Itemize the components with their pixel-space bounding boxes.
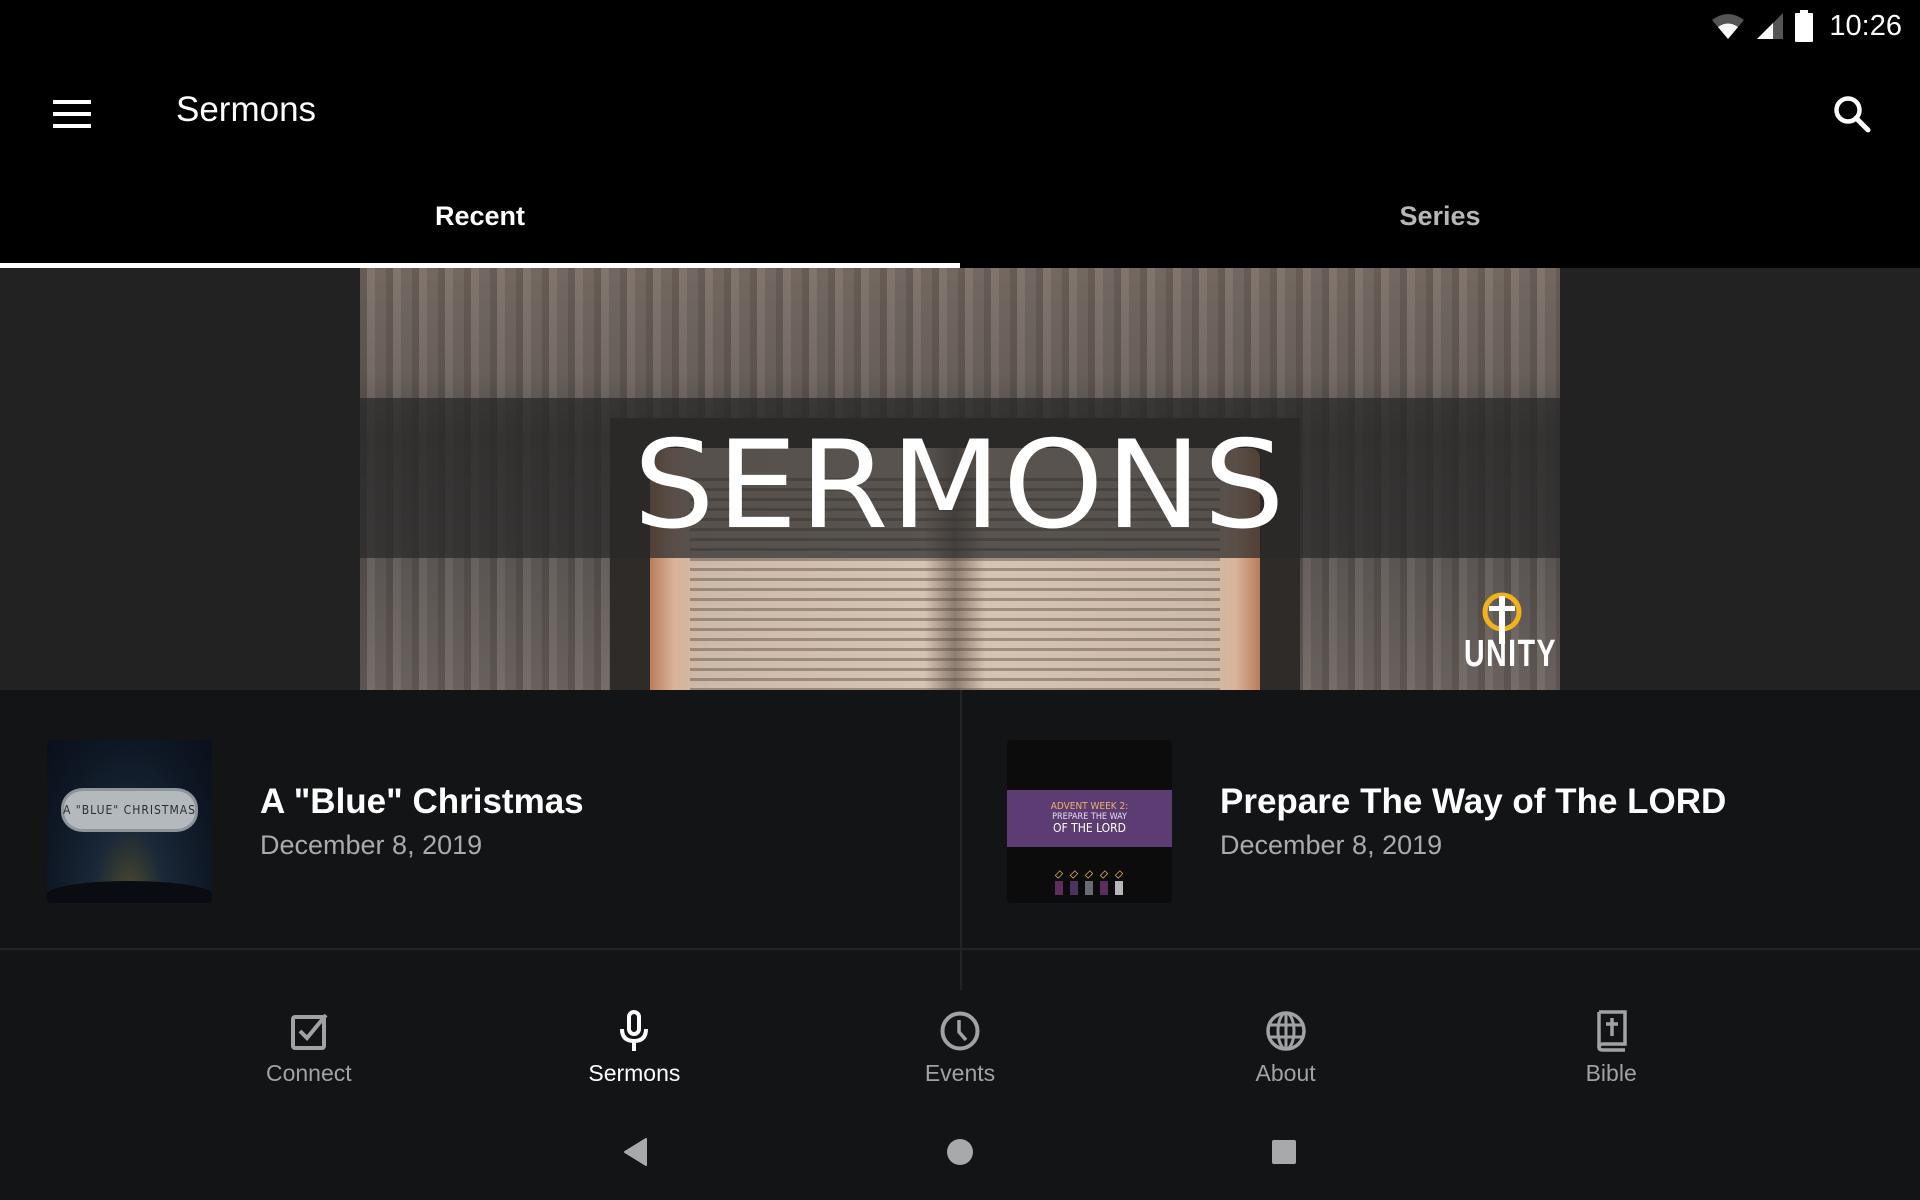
status-time: 10:26 bbox=[1829, 9, 1902, 42]
thumbnail-band: ADVENT WEEK 2: PREPARE THE WAY OF THE LO… bbox=[1007, 790, 1172, 847]
nav-bible[interactable]: Bible bbox=[1448, 990, 1774, 1100]
unity-logo-text: UNITY bbox=[1464, 633, 1557, 675]
unity-logo: UNITY bbox=[1452, 590, 1557, 682]
list-divider-horizontal bbox=[0, 948, 1920, 950]
bible-icon bbox=[1597, 1010, 1627, 1052]
microphone-icon bbox=[620, 1010, 649, 1051]
nav-about-label: About bbox=[1255, 1060, 1316, 1086]
tab-series-label: Series bbox=[1399, 201, 1481, 231]
checkbox-icon bbox=[290, 1013, 328, 1050]
home-icon bbox=[947, 1139, 973, 1165]
sermon-title: Prepare The Way of The LORD bbox=[1220, 782, 1727, 821]
page-title: Sermons bbox=[176, 90, 317, 129]
tab-series[interactable]: Series bbox=[960, 175, 1920, 268]
candles-graphic bbox=[1054, 870, 1124, 895]
search-icon bbox=[1834, 96, 1871, 133]
battery-icon bbox=[1795, 10, 1814, 42]
sermon-thumbnail: ADVENT WEEK 2: PREPARE THE WAY OF THE LO… bbox=[1007, 740, 1172, 903]
system-home-button[interactable] bbox=[940, 1132, 980, 1172]
list-divider-vertical bbox=[960, 690, 962, 990]
status-bar: 10:26 bbox=[0, 0, 1920, 52]
tab-recent[interactable]: Recent bbox=[0, 175, 960, 268]
nav-connect-label: Connect bbox=[265, 1060, 352, 1086]
sermon-date: December 8, 2019 bbox=[260, 830, 483, 860]
sermon-item[interactable]: A "BLUE" CHRISTMAS A "Blue" Christmas De… bbox=[0, 690, 960, 950]
app-bar: Sermons bbox=[0, 52, 1920, 175]
wifi-icon bbox=[1712, 14, 1745, 39]
sermon-item[interactable]: ADVENT WEEK 2: PREPARE THE WAY OF THE LO… bbox=[960, 690, 1920, 950]
system-recents-button[interactable] bbox=[1264, 1132, 1304, 1172]
sermon-thumbnail: A "BLUE" CHRISTMAS bbox=[47, 740, 212, 903]
nav-events-label: Events bbox=[924, 1060, 996, 1086]
recents-icon bbox=[1272, 1140, 1296, 1164]
nav-sermons-label: Sermons bbox=[588, 1060, 681, 1086]
menu-button[interactable] bbox=[40, 84, 104, 144]
nav-about[interactable]: About bbox=[1123, 990, 1449, 1100]
clock-icon bbox=[940, 1011, 980, 1051]
search-button[interactable] bbox=[1820, 84, 1884, 144]
nav-sermons[interactable]: Sermons bbox=[472, 990, 798, 1100]
bottom-navigation: Connect Sermons Events About Bible bbox=[0, 990, 1920, 1100]
status-icons: 10:26 bbox=[1711, 8, 1902, 44]
sermons-banner[interactable]: SERMONS UNITY bbox=[360, 268, 1560, 690]
globe-icon bbox=[1265, 1011, 1306, 1051]
banner-title: SERMONS bbox=[633, 414, 1287, 557]
sermon-title: A "Blue" Christmas bbox=[260, 782, 584, 821]
back-icon bbox=[624, 1138, 647, 1166]
hamburger-menu-icon bbox=[53, 100, 91, 128]
sermon-date: December 8, 2019 bbox=[1220, 830, 1443, 860]
system-navigation-bar bbox=[0, 1100, 1920, 1200]
nav-connect[interactable]: Connect bbox=[146, 990, 472, 1100]
tab-recent-label: Recent bbox=[434, 201, 526, 231]
thumbnail-badge: A "BLUE" CHRISTMAS bbox=[61, 788, 198, 832]
tab-bar: Recent Series bbox=[0, 175, 1920, 268]
nav-bible-label: Bible bbox=[1585, 1060, 1637, 1086]
banner-container: SERMONS UNITY bbox=[0, 268, 1920, 690]
system-back-button[interactable] bbox=[616, 1132, 656, 1172]
nav-events[interactable]: Events bbox=[797, 990, 1123, 1100]
cell-signal-icon bbox=[1757, 13, 1784, 39]
